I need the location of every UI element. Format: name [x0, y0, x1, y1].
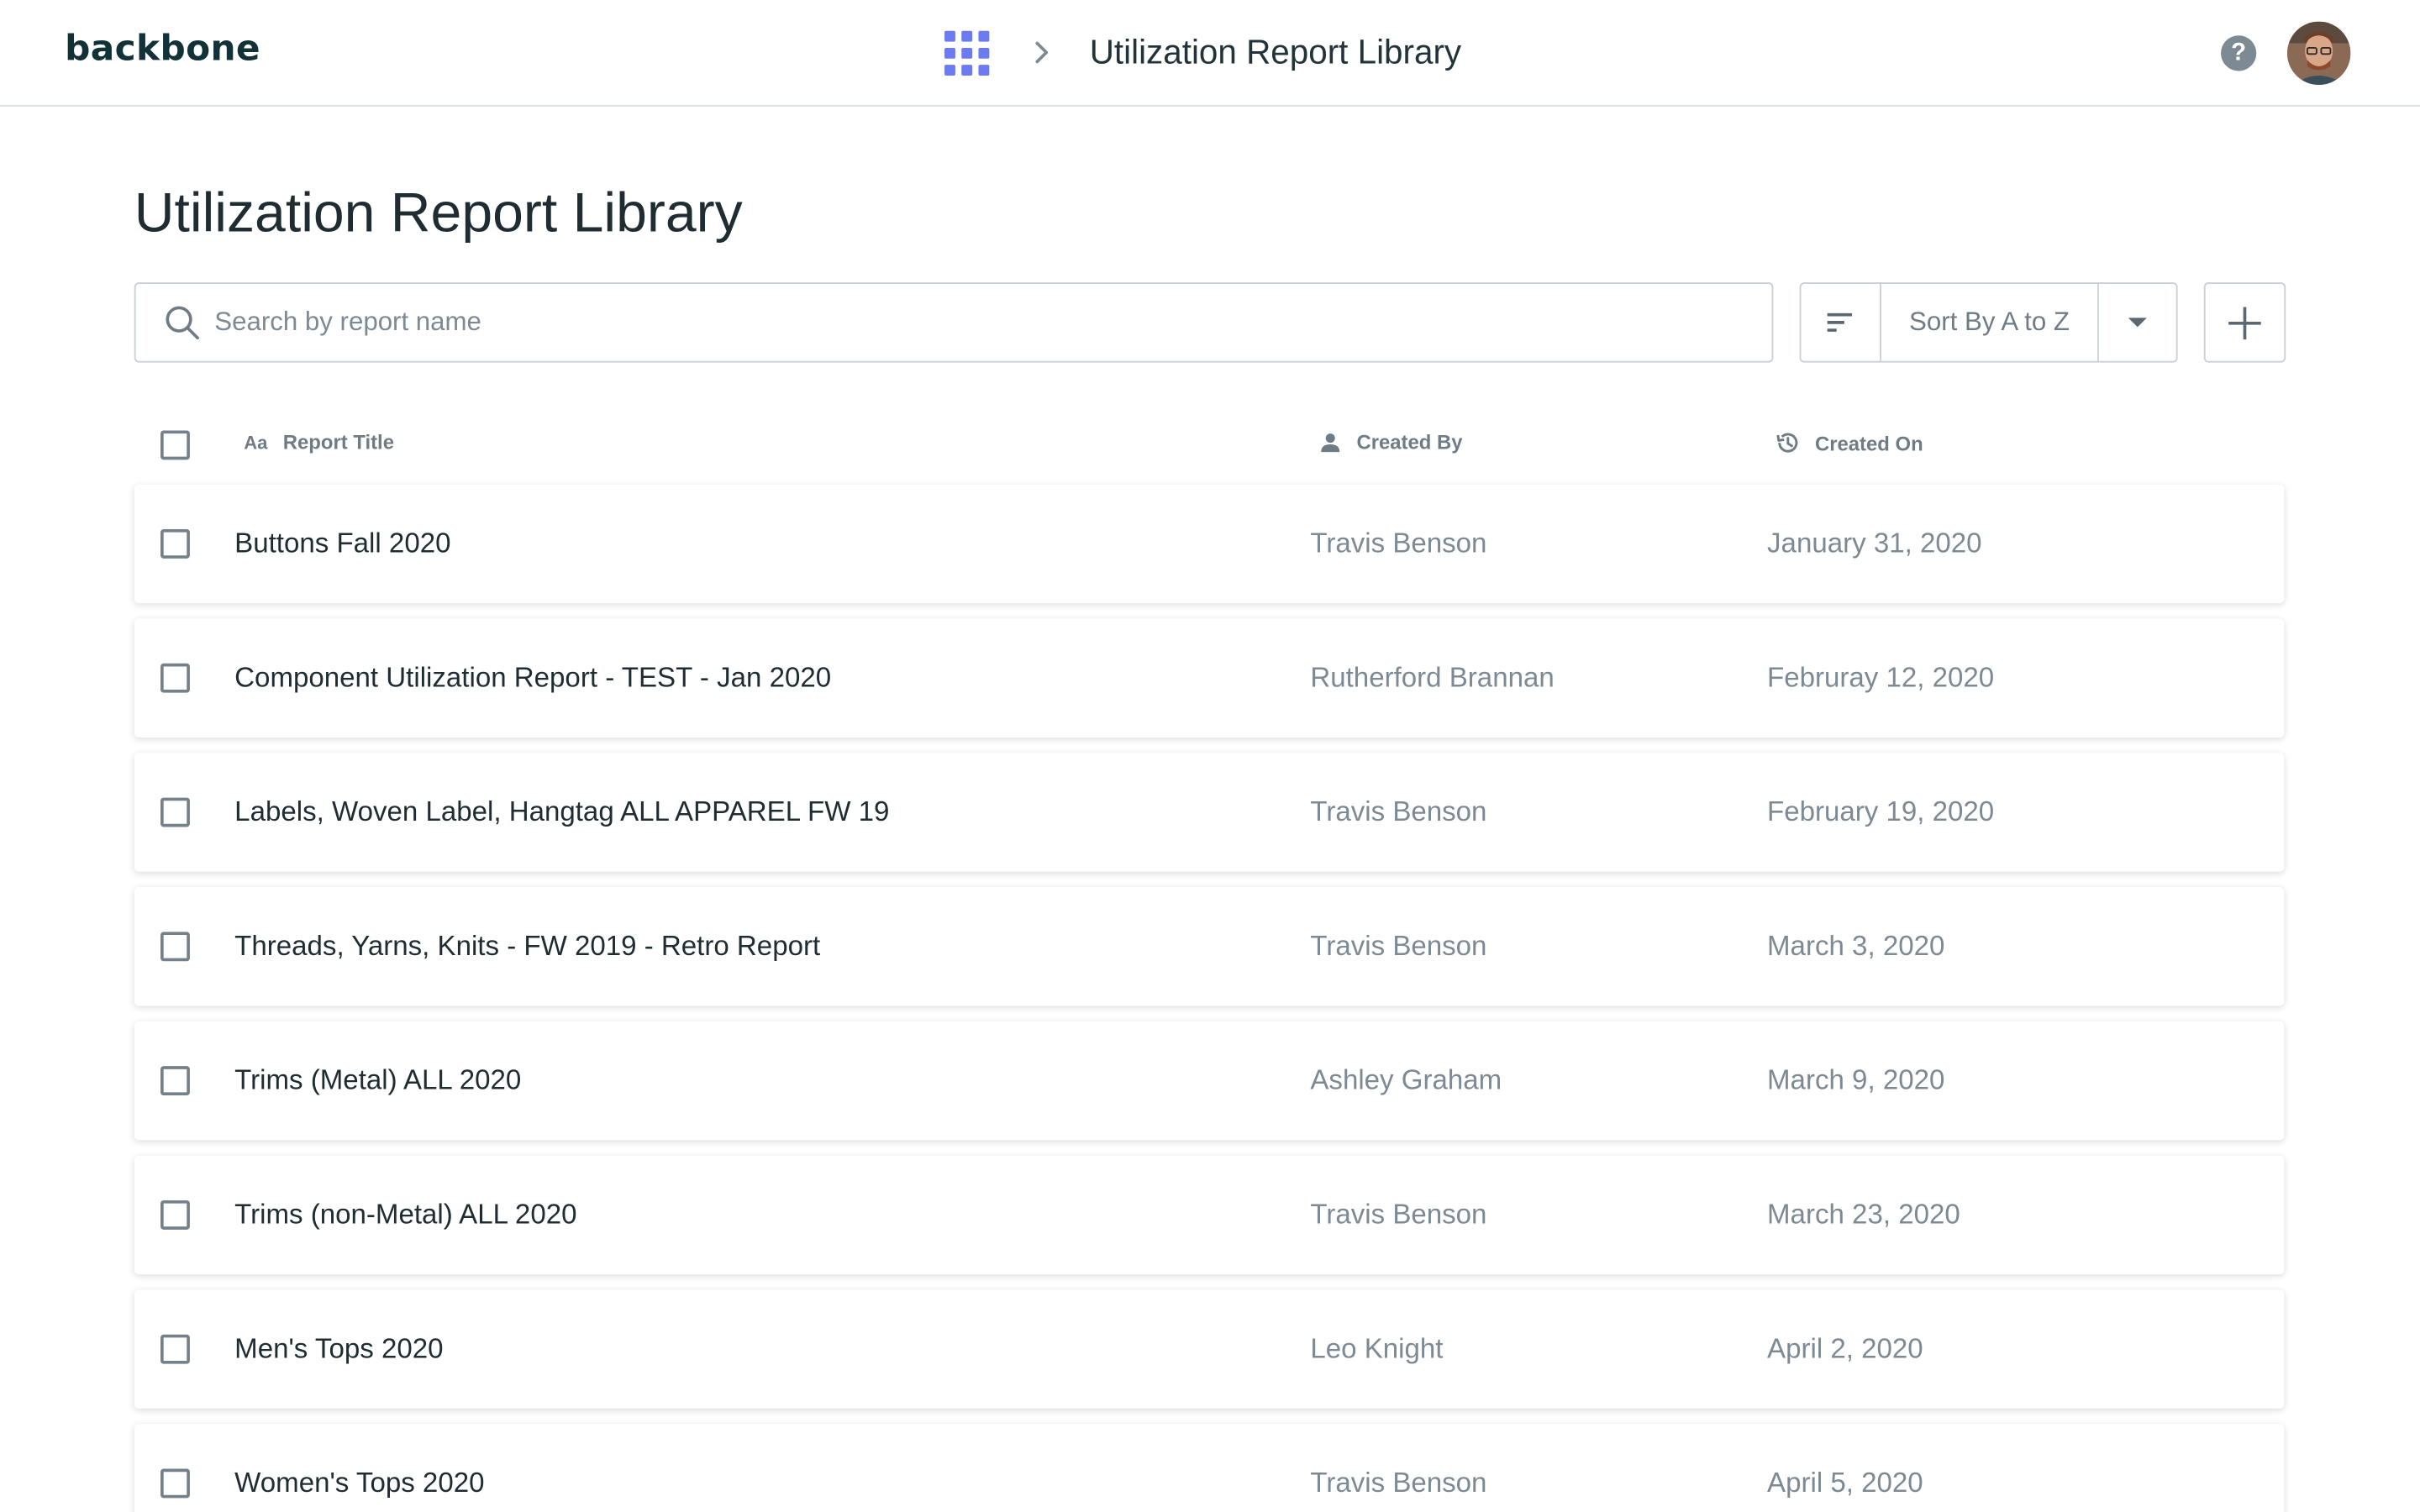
report-row[interactable]: Trims (Metal) ALL 2020 Ashley Graham Mar… [134, 1021, 2285, 1141]
breadcrumb-current-page: Utilization Report Library [1089, 32, 1462, 71]
report-row[interactable]: Trims (non-Metal) ALL 2020 Travis Benson… [134, 1155, 2285, 1275]
search-icon [166, 306, 199, 340]
report-row[interactable]: Buttons Fall 2020 Travis Benson January … [134, 484, 2285, 604]
report-row[interactable]: Labels, Woven Label, Hangtag ALL APPAREL… [134, 753, 2285, 872]
report-title[interactable]: Buttons Fall 2020 [234, 528, 450, 560]
report-row[interactable]: Men's Tops 2020 Leo Knight April 2, 2020 [134, 1289, 2285, 1409]
sort-control: Sort By A to Z [1799, 282, 2178, 363]
column-header-report-title[interactable]: Aa Report Title [244, 430, 394, 454]
text-format-icon: Aa [244, 431, 268, 454]
report-created-by: Ashley Graham [1310, 1064, 1502, 1096]
report-row[interactable]: Threads, Yarns, Knits - FW 2019 - Retro … [134, 887, 2285, 1006]
row-checkbox[interactable] [160, 663, 190, 693]
select-all-checkbox[interactable] [160, 430, 190, 460]
brand-logo[interactable]: backbone [65, 29, 260, 70]
report-created-by: Travis Benson [1310, 795, 1487, 827]
search-input[interactable] [214, 283, 1743, 361]
report-created-on: March 3, 2020 [1767, 930, 1945, 962]
row-checkbox[interactable] [160, 932, 190, 962]
report-created-on: Februray 12, 2020 [1767, 661, 1995, 693]
column-header-label: Created By [1356, 430, 1463, 454]
caret-down-icon [2128, 318, 2147, 328]
search-field[interactable] [134, 282, 1774, 363]
row-checkbox[interactable] [160, 1334, 190, 1364]
report-title[interactable]: Men's Tops 2020 [234, 1333, 443, 1366]
plus-icon [2228, 307, 2261, 340]
top-navigation-bar: backbone Utilization Report Library ? [0, 0, 2420, 107]
app-root: backbone Utilization Report Library ? Ut… [0, 0, 2420, 1512]
report-title[interactable]: Threads, Yarns, Knits - FW 2019 - Retro … [234, 931, 820, 963]
history-icon [1775, 430, 1799, 454]
column-header-label: Created On [1814, 431, 1923, 454]
report-row[interactable]: Component Utilization Report - TEST - Ja… [134, 618, 2285, 738]
report-created-by: Travis Benson [1310, 1199, 1487, 1230]
add-report-button[interactable] [2203, 282, 2286, 363]
row-checkbox[interactable] [160, 1066, 190, 1096]
report-title[interactable]: Trims (non-Metal) ALL 2020 [234, 1199, 576, 1231]
column-header-created-by[interactable]: Created By [1319, 430, 1463, 454]
report-list: Buttons Fall 2020 Travis Benson January … [134, 484, 2285, 1512]
report-created-on: April 2, 2020 [1767, 1332, 1923, 1364]
avatar-image [2286, 21, 2351, 86]
person-icon [1319, 431, 1341, 453]
chevron-right-icon [1035, 41, 1049, 64]
report-created-on: April 5, 2020 [1767, 1467, 1923, 1499]
row-checkbox[interactable] [160, 797, 190, 827]
report-created-by: Travis Benson [1310, 930, 1487, 962]
report-title[interactable]: Labels, Woven Label, Hangtag ALL APPAREL… [234, 796, 889, 829]
report-row[interactable]: Women's Tops 2020 Travis Benson April 5,… [134, 1424, 2285, 1512]
report-title[interactable]: Trims (Metal) ALL 2020 [234, 1064, 521, 1097]
sort-lines-icon [1827, 312, 1853, 332]
report-created-on: February 19, 2020 [1767, 795, 1995, 827]
user-avatar[interactable] [2286, 21, 2351, 86]
report-created-by: Travis Benson [1310, 528, 1487, 559]
column-header-label: Report Title [282, 430, 394, 454]
report-created-on: March 9, 2020 [1767, 1064, 1945, 1096]
report-created-on: March 23, 2020 [1767, 1199, 1960, 1230]
row-checkbox[interactable] [160, 1200, 190, 1230]
apps-grid-icon[interactable] [944, 30, 992, 76]
sort-select-value[interactable]: Sort By A to Z [1881, 283, 2099, 361]
report-created-by: Rutherford Brannan [1310, 661, 1555, 693]
report-title[interactable]: Component Utilization Report - TEST - Ja… [234, 662, 831, 695]
sort-dropdown-button[interactable] [2099, 284, 2176, 361]
report-title[interactable]: Women's Tops 2020 [234, 1467, 484, 1500]
report-created-by: Leo Knight [1310, 1332, 1444, 1364]
row-checkbox[interactable] [160, 1468, 190, 1499]
report-created-on: January 31, 2020 [1767, 528, 1982, 559]
row-checkbox[interactable] [160, 528, 190, 559]
sort-order-button[interactable] [1801, 283, 1881, 361]
help-icon[interactable]: ? [2221, 35, 2257, 71]
page-title: Utilization Report Library [134, 180, 743, 244]
column-header-created-on[interactable]: Created On [1775, 430, 1923, 454]
report-created-by: Travis Benson [1310, 1467, 1487, 1499]
table-header: Aa Report Title Created By Created On [134, 417, 2285, 469]
